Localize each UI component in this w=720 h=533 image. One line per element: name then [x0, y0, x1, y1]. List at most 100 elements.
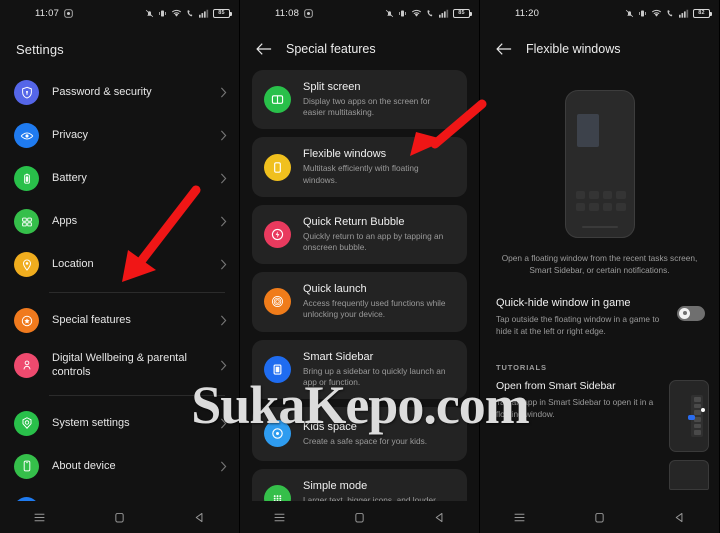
- sidebar-item-password-security[interactable]: Password & security: [0, 71, 239, 114]
- flexible-window-icon: [264, 153, 291, 181]
- feature-card-text: Smart Sidebar Bring up a sidebar to quic…: [303, 351, 455, 388]
- home-icon[interactable]: [353, 511, 366, 524]
- sidebar-item-label: Privacy: [52, 129, 89, 142]
- sidebar-item-label: About device: [52, 459, 116, 472]
- toggle-knob: [679, 307, 690, 319]
- feature-card-text: Split screen Display two apps on the scr…: [303, 81, 455, 118]
- feature-card-quick-launch[interactable]: Quick launch Access frequently used func…: [252, 272, 467, 332]
- sidebar-item-label: Apps: [52, 215, 78, 228]
- tutorial-item-smart-sidebar[interactable]: Open from Smart Sidebar Tap an app in Sm…: [480, 379, 719, 452]
- status-time: 11:07: [35, 7, 60, 19]
- feature-card-title: Simple mode: [303, 479, 368, 492]
- three-panel-screenshot: 11:07 85 Settings Password & security Pr…: [0, 0, 720, 533]
- star-gear-icon: [14, 308, 39, 333]
- sidebar-item-privacy[interactable]: Privacy: [0, 114, 239, 157]
- floating-window-shape: [576, 114, 599, 147]
- battery-indicator: 85: [213, 8, 232, 18]
- quick-hide-toggle[interactable]: [677, 305, 705, 321]
- feature-card-smart-sidebar[interactable]: Smart Sidebar Bring up a sidebar to quic…: [252, 339, 467, 399]
- feature-card-flexible-windows[interactable]: Flexible windows Multitask efficiently w…: [252, 137, 467, 197]
- sidebar-item-digital-wellbeing[interactable]: Digital Wellbeing & parental controls: [0, 342, 239, 389]
- status-bar: 11:07 85: [0, 0, 239, 26]
- home-icon[interactable]: [113, 511, 126, 524]
- home-icon[interactable]: [593, 511, 606, 524]
- back-icon[interactable]: [193, 511, 206, 524]
- navigation-bar: [0, 501, 239, 533]
- chevron-right-icon: [220, 173, 227, 184]
- phone-illustration: [564, 90, 635, 238]
- navigation-bar: [480, 501, 719, 533]
- battery-indicator: 82: [693, 8, 712, 18]
- tutorial-thumbnail-next[interactable]: [669, 459, 709, 490]
- battery-level: 85: [218, 10, 225, 16]
- panel-special-features: 11:08 85 Special features Split screen D…: [240, 0, 480, 533]
- panel-settings: 11:07 85 Settings Password & security Pr…: [0, 0, 240, 533]
- back-icon[interactable]: [433, 511, 446, 524]
- recents-icon[interactable]: [273, 511, 286, 524]
- quick-hide-setting-row[interactable]: Quick-hide window in game Tap outside th…: [480, 277, 719, 337]
- feature-card-subtitle: Display two apps on the screen for easie…: [303, 96, 431, 118]
- back-arrow-icon[interactable]: [496, 42, 512, 56]
- feature-card-quick-return-bubble[interactable]: Quick Return Bubble Quickly return to an…: [252, 204, 467, 265]
- vpn-icon: [667, 9, 673, 16]
- sidebar-item-system-settings[interactable]: System settings: [0, 402, 239, 445]
- sidebar-item-label: Location: [52, 258, 94, 271]
- status-bar: 11:08 85: [240, 0, 479, 26]
- feature-card-subtitle: Create a safe space for your kids.: [303, 435, 428, 446]
- vibrate-icon: [399, 10, 406, 16]
- sidebar-item-special-features[interactable]: Special features: [0, 299, 239, 342]
- recents-icon[interactable]: [33, 511, 46, 524]
- feature-card-split-screen[interactable]: Split screen Display two apps on the scr…: [252, 70, 467, 130]
- status-time: 11:20: [515, 7, 540, 19]
- sidebar-item-label: Special features: [52, 314, 131, 327]
- panel-flexible-windows: 11:20 82 Flexible windows Open a floatin…: [480, 0, 720, 533]
- highlighted-app-shape: [688, 414, 695, 420]
- chevron-right-icon: [220, 259, 227, 270]
- sidebar-item-label: Digital Wellbeing & parental controls: [52, 352, 187, 379]
- feature-card-kids-space[interactable]: Kids space Create a safe space for your …: [252, 406, 467, 461]
- phone-icon: [14, 453, 39, 479]
- sidebar-item-location[interactable]: Location: [0, 243, 239, 286]
- vibrate-icon: [639, 10, 646, 16]
- wellbeing-icon: [14, 352, 39, 378]
- alarm-off-icon: [145, 9, 154, 17]
- sidebar-item-label: System settings: [52, 416, 130, 429]
- navigation-bar: [240, 501, 479, 533]
- hero-description: Open a floating window from the recent t…: [501, 253, 698, 276]
- sidebar-item-about-device[interactable]: About device: [0, 445, 239, 488]
- feature-card-list: Split screen Display two apps on the scr…: [240, 70, 479, 533]
- feature-card-title: Quick launch: [303, 283, 367, 296]
- split-screen-icon: [264, 86, 291, 114]
- feature-card-text: Quick Return Bubble Quickly return to an…: [303, 216, 455, 253]
- touch-dot-shape: [701, 407, 705, 412]
- sidebar-item-label: Battery: [52, 172, 87, 185]
- setting-subtitle: Tap outside the floating window in a gam…: [496, 313, 660, 336]
- recents-icon[interactable]: [513, 511, 526, 524]
- back-icon[interactable]: [673, 511, 686, 524]
- tutorial-thumbnail[interactable]: [669, 379, 709, 452]
- home-indicator-shape: [581, 226, 618, 228]
- page-title: Special features: [286, 42, 376, 56]
- back-arrow-icon[interactable]: [256, 42, 272, 56]
- list-divider: [49, 394, 225, 396]
- feature-card-subtitle: Access frequently used functions while u…: [303, 298, 446, 320]
- sidebar-item-apps[interactable]: Apps: [0, 200, 239, 243]
- signal-icon: [439, 9, 449, 18]
- feature-card-title: Split screen: [303, 81, 361, 93]
- app-bar: Special features: [240, 26, 479, 70]
- fingerprint-icon: [264, 288, 291, 316]
- feature-card-text: Flexible windows Multitask efficiently w…: [303, 148, 455, 185]
- apps-grid-icon: [14, 209, 39, 234]
- chevron-right-icon: [220, 315, 227, 326]
- sidebar-item-label: Password & security: [52, 86, 152, 99]
- list-divider: [49, 292, 225, 293]
- feature-card-subtitle: Bring up a sidebar to quickly launch an …: [303, 365, 446, 387]
- sidebar-item-battery[interactable]: Battery: [0, 157, 239, 200]
- app-grid-shape: [575, 191, 626, 211]
- feature-card-title: Smart Sidebar: [303, 350, 374, 363]
- battery-level: 82: [698, 10, 705, 16]
- battery-level: 85: [458, 10, 465, 16]
- vpn-icon: [427, 9, 433, 16]
- vibrate-icon: [159, 10, 166, 16]
- feature-card-subtitle: Quickly return to an app by tapping an o…: [303, 230, 444, 252]
